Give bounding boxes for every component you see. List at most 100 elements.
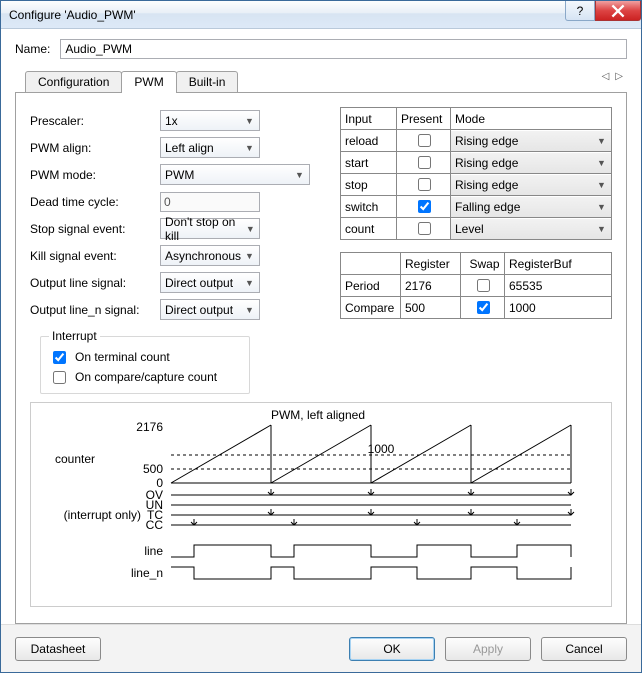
dialog-window: Configure 'Audio_PWM' ? Name: Configurat… — [0, 0, 642, 673]
tab-pwm[interactable]: PWM — [121, 71, 176, 93]
chevron-down-icon: ▼ — [244, 224, 257, 234]
present-cell — [397, 218, 451, 240]
prescaler-select[interactable]: 1x▼ — [160, 110, 260, 131]
cc-label: CC — [146, 518, 164, 532]
mode-select[interactable]: Rising edge▼ — [451, 131, 611, 151]
chevron-down-icon: ▼ — [242, 278, 257, 288]
tc-note: (interrupt only) — [64, 508, 141, 522]
mode-select[interactable]: Level▼ — [451, 219, 611, 239]
close-button[interactable] — [595, 1, 641, 21]
dead-time-input — [160, 192, 260, 212]
chevron-down-icon: ▼ — [242, 251, 257, 261]
cancel-button[interactable]: Cancel — [541, 637, 627, 661]
table-row: stop Rising edge▼ — [341, 174, 612, 196]
tick-top: 2176 — [136, 420, 163, 434]
tick-inner: 1000 — [368, 442, 395, 456]
line-label: line — [144, 544, 163, 558]
chevron-down-icon: ▼ — [594, 224, 609, 234]
chevron-down-icon: ▼ — [594, 180, 609, 190]
table-row: switch Falling edge▼ — [341, 196, 612, 218]
chevron-down-icon: ▼ — [292, 170, 307, 180]
input-cell: reload — [341, 130, 397, 152]
present-checkbox[interactable] — [418, 134, 431, 147]
input-cell: start — [341, 152, 397, 174]
output-line-n-select[interactable]: Direct output▼ — [160, 299, 260, 320]
present-checkbox[interactable] — [418, 156, 431, 169]
mode-select[interactable]: Falling edge▼ — [451, 197, 611, 217]
stop-signal-select[interactable]: Don't stop on kill▼ — [160, 218, 260, 239]
window-title: Configure 'Audio_PWM' — [9, 8, 565, 22]
name-label: Name: — [15, 42, 50, 56]
titlebar[interactable]: Configure 'Audio_PWM' ? — [1, 1, 641, 29]
chevron-down-icon: ▼ — [242, 305, 257, 315]
present-cell — [397, 174, 451, 196]
pwm-align-label: PWM align: — [30, 141, 160, 155]
chevron-down-icon: ▼ — [242, 116, 257, 126]
table-row: start Rising edge▼ — [341, 152, 612, 174]
swap-cell — [461, 297, 505, 319]
output-line-select[interactable]: Direct output▼ — [160, 272, 260, 293]
table-header-row: Register Swap RegisterBuf — [341, 253, 612, 275]
present-checkbox[interactable] — [418, 178, 431, 191]
table-row: Compare 500 1000 — [341, 297, 612, 319]
datasheet-button[interactable]: Datasheet — [15, 637, 101, 661]
close-icon — [611, 4, 625, 18]
kill-signal-label: Kill signal event: — [30, 249, 160, 263]
registerbuf-cell[interactable]: 65535 — [505, 275, 612, 297]
pwm-align-select[interactable]: Left align▼ — [160, 137, 260, 158]
interrupt-terminal-label: On terminal count — [75, 350, 170, 364]
input-cell: stop — [341, 174, 397, 196]
tab-next-icon[interactable]: ▷ — [615, 71, 623, 82]
dialog-footer: Datasheet OK Apply Cancel — [1, 624, 641, 672]
ok-button[interactable]: OK — [349, 637, 435, 661]
tab-builtin[interactable]: Built-in — [176, 71, 239, 92]
interrupt-legend: Interrupt — [49, 329, 100, 343]
table-row: Period 2176 65535 — [341, 275, 612, 297]
dead-time-label: Dead time cycle: — [30, 195, 160, 209]
interrupt-compare-checkbox[interactable] — [53, 371, 66, 384]
table-row: reload Rising edge▼ — [341, 130, 612, 152]
input-cell: count — [341, 218, 397, 240]
reg-name-cell: Compare — [341, 297, 401, 319]
tab-prev-icon[interactable]: ◁ — [602, 71, 610, 82]
reg-name-cell: Period — [341, 275, 401, 297]
chevron-down-icon: ▼ — [594, 136, 609, 146]
interrupt-compare-label: On compare/capture count — [75, 370, 217, 384]
table-header-row: Input Present Mode — [341, 108, 612, 130]
diagram-title: PWM, left aligned — [271, 408, 365, 422]
present-checkbox[interactable] — [418, 200, 431, 213]
tab-strip: Configuration PWM Built-in ◁ ▷ — [15, 69, 627, 93]
tab-panel-pwm: Prescaler: 1x▼ PWM align: Left align▼ PW… — [15, 93, 627, 624]
chevron-down-icon: ▼ — [242, 143, 257, 153]
mode-cell: Level▼ — [451, 218, 612, 240]
mode-cell: Rising edge▼ — [451, 130, 612, 152]
register-cell[interactable]: 2176 — [401, 275, 461, 297]
kill-signal-select[interactable]: Asynchronous▼ — [160, 245, 260, 266]
timing-diagram: PWM, left aligned 2176 counter 500 0 100… — [30, 402, 612, 607]
present-cell — [397, 152, 451, 174]
swap-checkbox[interactable] — [477, 301, 490, 314]
interrupt-group: Interrupt On terminal count On compare/c… — [40, 329, 250, 394]
mode-select[interactable]: Rising edge▼ — [451, 153, 611, 173]
swap-checkbox[interactable] — [477, 279, 490, 292]
input-cell: switch — [341, 196, 397, 218]
register-cell[interactable]: 500 — [401, 297, 461, 319]
output-line-n-label: Output line_n signal: — [30, 303, 160, 317]
counter-label: counter — [55, 452, 95, 466]
line-n-label: line_n — [131, 566, 163, 580]
interrupt-terminal-checkbox[interactable] — [53, 351, 66, 364]
present-cell — [397, 196, 451, 218]
table-row: count Level▼ — [341, 218, 612, 240]
apply-button[interactable]: Apply — [445, 637, 531, 661]
registerbuf-cell[interactable]: 1000 — [505, 297, 612, 319]
input-table: Input Present Mode reload Rising edge▼st… — [340, 107, 612, 240]
tick-mid: 500 — [143, 462, 163, 476]
help-button[interactable]: ? — [565, 1, 595, 21]
name-input[interactable] — [60, 39, 627, 59]
mode-select[interactable]: Rising edge▼ — [451, 175, 611, 195]
register-table: Register Swap RegisterBuf Period 2176 65… — [340, 252, 612, 319]
mode-cell: Rising edge▼ — [451, 152, 612, 174]
present-checkbox[interactable] — [418, 222, 431, 235]
tab-configuration[interactable]: Configuration — [25, 71, 122, 92]
pwm-mode-select[interactable]: PWM▼ — [160, 164, 310, 185]
